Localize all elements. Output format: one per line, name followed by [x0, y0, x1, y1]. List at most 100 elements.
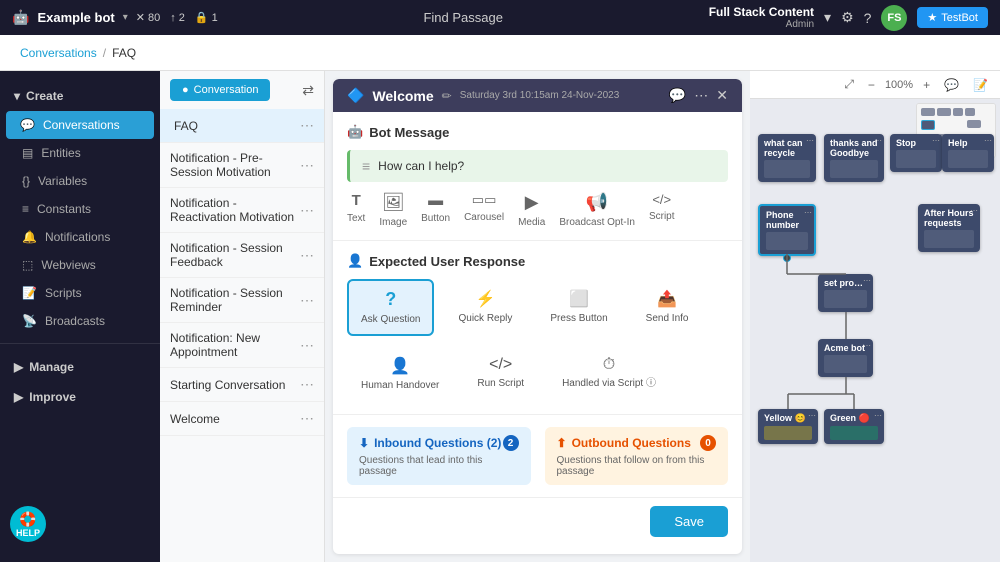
- conv-item-new-appointment[interactable]: Notification: New Appointment ⋯: [160, 323, 324, 368]
- resp-btn-ask-question[interactable]: ? Ask Question: [347, 279, 434, 336]
- find-passage-btn[interactable]: Find Passage: [423, 10, 503, 25]
- flow-node-stop[interactable]: Stop ⋯: [890, 134, 942, 172]
- resp-btn-quick-reply[interactable]: ⚡ Quick Reply: [444, 279, 526, 336]
- bot-icon: 🤖: [12, 9, 29, 26]
- scripts-icon: 📝: [22, 286, 37, 300]
- image-icon: 🖼: [382, 192, 405, 213]
- flow-node-set-product[interactable]: set product ⋯: [818, 274, 873, 312]
- outbound-badge: 0: [700, 435, 716, 451]
- broadcast-icon: 📢: [586, 192, 608, 213]
- edit-passage-icon[interactable]: ✏: [442, 89, 452, 103]
- test-bot-star-icon: ★: [927, 11, 937, 24]
- flow-node-acme-bot[interactable]: Acme bot ⋯: [818, 339, 873, 377]
- flow-node-phone-number[interactable]: Phonenumber ⋯: [758, 204, 816, 256]
- create-arrow-icon: ▾: [14, 89, 20, 103]
- chat-canvas-btn[interactable]: 💬: [940, 76, 963, 94]
- inbound-title: ⬇ Inbound Questions (2): [359, 436, 501, 450]
- io-section: ⬇ Inbound Questions (2) 2 Questions that…: [333, 415, 742, 497]
- resp-btn-send-info[interactable]: 📤 Send Info: [632, 279, 703, 336]
- expand-list-button[interactable]: ⇄: [302, 82, 314, 99]
- breadcrumb-current: FAQ: [112, 46, 136, 60]
- message-type-broadcast[interactable]: 📢 Broadcast Opt-In: [559, 192, 635, 228]
- more-options-btn[interactable]: ⋯: [694, 87, 708, 104]
- zoom-in-btn[interactable]: +: [919, 76, 934, 94]
- conv-item-menu-icon-6[interactable]: ⋯: [300, 337, 314, 354]
- create-section[interactable]: ▾ Create: [0, 81, 160, 111]
- improve-section[interactable]: ▶ Improve: [0, 382, 160, 412]
- passage-header-actions: 💬 ⋯ ✕: [669, 87, 728, 104]
- conv-item-reactivation[interactable]: Notification - Reactivation Motivation ⋯: [160, 188, 324, 233]
- user-response-section: 👤 Expected User Response ? Ask Question …: [333, 241, 742, 415]
- message-type-button[interactable]: ▬ Button: [421, 192, 450, 228]
- bot-message-section: 🤖 Bot Message ≡ How can I help? T Text 🖼…: [333, 112, 742, 241]
- flow-node-thanks-goodbye[interactable]: thanks andGoodbye ⋯: [824, 134, 884, 182]
- note-canvas-btn[interactable]: 📝: [969, 76, 992, 94]
- stat-lock: 🔒 1: [195, 11, 218, 24]
- sidebar-item-constants[interactable]: ≡ Constants: [0, 195, 160, 223]
- resp-btn-run-script[interactable]: </> Run Script: [463, 346, 538, 402]
- chevron-down-icon[interactable]: ▾: [824, 9, 831, 26]
- notifications-icon: 🔔: [22, 230, 37, 244]
- conv-item-menu-icon-5[interactable]: ⋯: [300, 292, 314, 309]
- bot-chevron-icon[interactable]: ▾: [123, 12, 128, 23]
- message-type-image[interactable]: 🖼 Image: [379, 192, 407, 228]
- bot-name[interactable]: Example bot: [37, 10, 114, 25]
- sidebar-item-broadcasts[interactable]: 📡 Broadcasts: [0, 307, 160, 335]
- help-button[interactable]: 🛟 HELP: [10, 506, 46, 542]
- user-info: Full Stack Content Admin: [709, 5, 814, 30]
- outbound-box: ⬆ Outbound Questions 0 Questions that fo…: [545, 427, 729, 485]
- flow-node-yellow[interactable]: Yellow 😊 ⋯: [758, 409, 818, 444]
- conv-item-pre-session[interactable]: Notification - Pre-Session Motivation ⋯: [160, 143, 324, 188]
- conv-item-menu-icon-2[interactable]: ⋯: [300, 157, 314, 174]
- chat-icon-btn[interactable]: 💬: [669, 87, 686, 104]
- passage-container: 🔷 Welcome ✏ Saturday 3rd 10:15am 24-Nov-…: [333, 79, 742, 554]
- manage-section[interactable]: ▶ Manage: [0, 352, 160, 382]
- conv-item-menu-icon-4[interactable]: ⋯: [300, 247, 314, 264]
- conv-item-session-feedback[interactable]: Notification - Session Feedback ⋯: [160, 233, 324, 278]
- flow-node-green[interactable]: Green 🔴 ⋯: [824, 409, 884, 444]
- test-bot-button[interactable]: ★ TestBot: [917, 7, 988, 28]
- close-passage-btn[interactable]: ✕: [716, 87, 728, 104]
- passage-header: 🔷 Welcome ✏ Saturday 3rd 10:15am 24-Nov-…: [333, 79, 742, 112]
- resp-btn-press-button[interactable]: ⬜ Press Button: [536, 279, 621, 336]
- flow-node-after-hours[interactable]: After Hoursrequests ⋯: [918, 204, 980, 252]
- zoom-level: 100%: [885, 79, 913, 91]
- resp-btn-human-handover[interactable]: 👤 Human Handover: [347, 346, 453, 402]
- send-info-icon: 📤: [657, 289, 677, 309]
- settings-icon[interactable]: ⚙: [841, 9, 854, 26]
- sidebar-item-notifications[interactable]: 🔔 Notifications: [0, 223, 160, 251]
- conv-item-menu-icon[interactable]: ⋯: [300, 117, 314, 134]
- sidebar-item-variables[interactable]: {} Variables: [0, 167, 160, 195]
- conv-item-menu-icon-7[interactable]: ⋯: [300, 376, 314, 393]
- carousel-icon: ▭▭: [472, 192, 497, 208]
- message-block[interactable]: ≡ How can I help?: [347, 150, 728, 182]
- conv-item-menu-icon-8[interactable]: ⋯: [300, 410, 314, 427]
- conv-item-starting[interactable]: Starting Conversation ⋯: [160, 368, 324, 402]
- save-button[interactable]: Save: [650, 506, 728, 537]
- main-content: 🔷 Welcome ✏ Saturday 3rd 10:15am 24-Nov-…: [325, 71, 750, 562]
- flow-node-what-can-recycle[interactable]: what canrecycle ⋯: [758, 134, 816, 182]
- help-icon[interactable]: ?: [864, 10, 872, 26]
- breadcrumb-parent[interactable]: Conversations: [20, 46, 97, 60]
- resp-btn-handled-script[interactable]: ⏱ Handled via Script ⓘ: [548, 346, 670, 402]
- conv-item-faq[interactable]: FAQ ⋯: [160, 109, 324, 143]
- conversation-tab[interactable]: ● Conversation: [170, 79, 270, 101]
- message-type-carousel[interactable]: ▭▭ Carousel: [464, 192, 504, 228]
- conv-item-welcome[interactable]: Welcome ⋯: [160, 402, 324, 436]
- sidebar-item-entities[interactable]: ▤ Entities: [0, 139, 160, 167]
- sidebar-item-scripts[interactable]: 📝 Scripts: [0, 279, 160, 307]
- sidebar-item-webviews[interactable]: ⬚ Webviews: [0, 251, 160, 279]
- zoom-out-btn[interactable]: −: [864, 76, 879, 94]
- main-layout: ▾ Create 💬 Conversations ▤ Entities {} V…: [0, 71, 1000, 562]
- conv-item-menu-icon-3[interactable]: ⋯: [300, 202, 314, 219]
- message-type-script[interactable]: </> Script: [649, 192, 675, 228]
- inbound-icon: ⬇: [359, 436, 369, 450]
- expand-icon[interactable]: ⤢: [840, 75, 858, 94]
- conversation-tab-icon: ●: [182, 84, 189, 96]
- flow-node-help[interactable]: Help ⋯: [942, 134, 994, 172]
- message-type-text[interactable]: T Text: [347, 192, 365, 228]
- conv-item-session-reminder[interactable]: Notification - Session Reminder ⋯: [160, 278, 324, 323]
- message-type-media[interactable]: ▶ Media: [518, 192, 545, 228]
- nav-stats: ✕ 80 ↑ 2 🔒 1: [136, 11, 218, 24]
- sidebar-item-conversations[interactable]: 💬 Conversations: [6, 111, 154, 139]
